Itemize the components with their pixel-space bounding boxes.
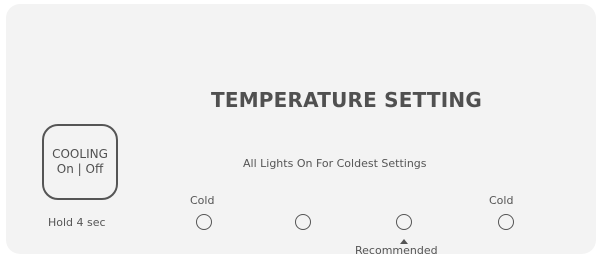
panel-title: TEMPERATURE SETTING (211, 88, 482, 112)
cold-label-right: Cold (489, 194, 514, 207)
cooling-on-off-button[interactable]: COOLING On | Off (42, 124, 118, 200)
temperature-indicator-light-4 (498, 214, 514, 230)
control-panel: TEMPERATURE SETTING All Lights On For Co… (6, 4, 596, 257)
cold-label-left: Cold (190, 194, 215, 207)
temperature-indicator-light-3 (396, 214, 412, 230)
cooling-button-label: COOLING (52, 147, 108, 161)
coldest-settings-hint: All Lights On For Coldest Settings (243, 157, 427, 170)
temperature-indicator-light-1 (196, 214, 212, 230)
recommended-label: Recommended (355, 244, 438, 257)
hold-duration-hint: Hold 4 sec (48, 216, 106, 229)
cooling-button-state-label: On | Off (56, 162, 104, 176)
temperature-indicator-light-2 (295, 214, 311, 230)
